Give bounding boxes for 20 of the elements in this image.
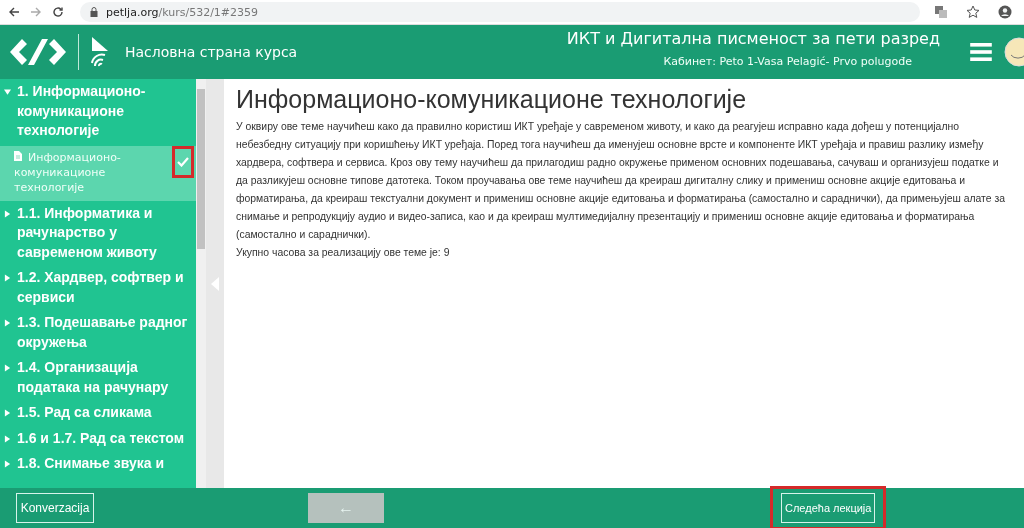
total-hours-text: Укупно часова за реализацију ове теме је: 9 bbox=[236, 246, 451, 260]
classroom-label: Кабинет: Peto 1-Vasa Pelagić- Prvo polugođe bbox=[662, 54, 913, 70]
lesson-description: У оквиру ове теме научићеш како да правилно користиш ИКТ уређаје у савременом животу, и како да реагујеш исправно када дођеш у потенцијално небезбедну ситуацију при коришћењу ИКТ уређаја. Поред тога научићеш да именујеш основне врсте и компоненте ИКТ уређаја и правиш разлику између хардвера, софтвера и сервиса. Кроз ову тему научићеш да прилагодиш радно окружење применом основних подешавања, сачуваш и организујеш податке и да разликујеш основне типове датотека. Током проучавања ове теме научићеш да креираш дигиталну слику и примениш основне акције едитовања и форматирања, да креираш текстуални документ и примениш основне акције едитовања и форматирања (самостално и сараднички), да примењујеш алате за снимање и репродукцију аудио и видео-записа, као и да креираш мултимедијалну презентацију и примениш основне акције едитовања и форматирања (самостално и сараднички). bbox=[236, 120, 1006, 242]
chapter-item[interactable]: 1.2. Хардвер, софтвер и сервиси bbox=[0, 265, 196, 310]
chapter-item[interactable]: 1. Информационо-комуникационе технологије bbox=[0, 79, 196, 144]
lesson-heading: Информационо-комуникационе технологије bbox=[236, 85, 748, 114]
next-lesson-button[interactable]: Следећа лекција bbox=[781, 493, 876, 523]
course-title: ИКТ и Дигитална писменост за пети разред bbox=[566, 29, 940, 48]
lesson-item[interactable]: Информационо-комуникационе технологије bbox=[0, 145, 196, 201]
url-host: petlja.org bbox=[106, 5, 159, 19]
url-path: /kurs/532/1#2359 bbox=[158, 5, 259, 19]
chapter-item[interactable]: 1.5. Рад са сликама bbox=[0, 400, 196, 426]
chapter-item[interactable]: 1.6 и 1.7. Рад са текстом bbox=[0, 425, 196, 451]
chapter-item[interactable]: 1.3. Подешавање радног окружења bbox=[0, 310, 196, 355]
chapter-item[interactable]: 1.4. Организација података на рачунару bbox=[0, 355, 196, 400]
chapter-item[interactable]: 1.1. Информатика и рачунарство у савременом животу bbox=[0, 200, 196, 265]
address-bar[interactable]: petlja.org/kurs/532/1#2359 bbox=[80, 2, 920, 22]
chat-button[interactable]: Konverzacija bbox=[16, 493, 94, 523]
chapter-item[interactable]: 1.8. Снимање звука и bbox=[0, 451, 196, 477]
course-home-link[interactable]: Насловна страна курса bbox=[125, 44, 298, 60]
